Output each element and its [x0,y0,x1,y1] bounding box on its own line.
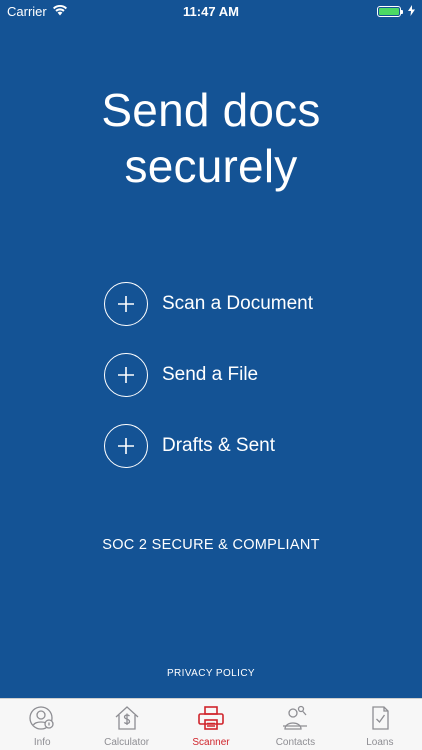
drafts-sent-label: Drafts & Sent [162,435,275,456]
charging-icon [408,4,415,19]
scan-document-label: Scan a Document [162,293,314,314]
tab-contacts-label: Contacts [275,737,316,748]
drafts-sent-button[interactable]: Drafts & Sent [104,423,275,469]
page-title: Send docs securely [0,82,422,194]
scan-document-button[interactable]: Scan a Document [104,281,313,327]
tab-info[interactable]: Info [0,699,84,750]
headline-line-1: Send docs [101,84,321,136]
tab-info-label: Info [33,737,51,748]
headline-line-2: securely [124,140,298,192]
privacy-policy-link[interactable]: PRIVACY POLICY [0,668,422,679]
contacts-icon [281,705,309,736]
tab-loans[interactable]: Loans [338,699,422,750]
tab-scanner-label: Scanner [192,737,230,748]
plus-circle-icon [104,282,148,326]
document-check-icon [366,705,394,736]
tab-loans-label: Loans [366,737,394,748]
send-file-label: Send a File [162,364,259,385]
wifi-icon [52,4,68,19]
plus-circle-icon [104,424,148,468]
send-file-button[interactable]: Send a File [104,352,258,398]
plus-circle-icon [104,353,148,397]
status-left: Carrier [7,4,68,19]
tab-scanner[interactable]: Scanner [169,699,253,750]
tab-calculator[interactable]: Calculator [84,699,168,750]
tab-contacts[interactable]: Contacts [253,699,337,750]
app-screen: Carrier 11:47 AM Send docs securely Scan… [0,0,422,750]
tab-bar: Info Calculator Scanner Contacts Loans [0,698,422,750]
compliance-text: SOC 2 SECURE & COMPLIANT [102,537,320,553]
user-info-icon [28,705,56,736]
house-dollar-icon [113,705,141,736]
battery-level [379,7,399,15]
carrier-label: Carrier [7,3,47,19]
battery-icon [377,5,403,17]
printer-icon [197,705,225,736]
status-bar: Carrier 11:47 AM [0,0,422,22]
status-right [377,4,415,19]
tab-calculator-label: Calculator [104,737,150,748]
